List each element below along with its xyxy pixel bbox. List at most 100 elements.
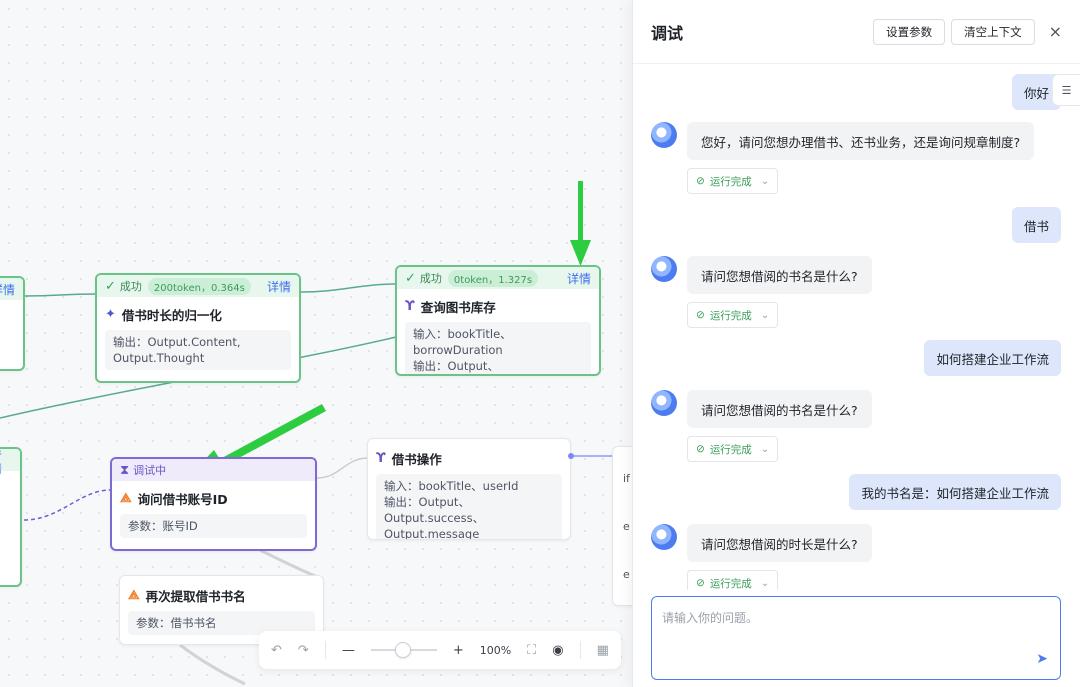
node-borrow-operation[interactable]: ϒ 借书操作 输入：bookTitle、userId 输出：Output、Out…: [367, 438, 571, 540]
node-body: 输入：bookTitle、userId 输出：Output、Output.suc…: [376, 474, 562, 540]
chevron-down-icon: ⌄: [760, 577, 770, 589]
chevron-down-icon: ⌄: [760, 175, 770, 187]
question-node-icon: ⟁: [128, 588, 140, 603]
detail-link[interactable]: 详情: [0, 281, 15, 298]
node-body: 输出：Output.Content, Output.Thought: [105, 330, 291, 370]
edge-ask-to-refetch: [259, 548, 321, 580]
zoom-level: 100%: [479, 643, 512, 657]
edge-left-dashed-to-ask: [23, 489, 111, 521]
branch-else-2: e: [623, 568, 630, 581]
node-query-stock[interactable]: ✓ 成功 0token，1.327s 详情 ϒ 查询图书库存 输入：bookTi…: [395, 265, 601, 376]
bot-message-text: 请问您想借阅的时长是什么?: [687, 524, 872, 562]
run-status-dropdown[interactable]: ⊘ 运行完成 ⌄: [687, 436, 779, 462]
node-branch-partial[interactable]: if e e: [612, 446, 632, 606]
run-status-dropdown[interactable]: ⊘ 运行完成 ⌄: [687, 168, 779, 194]
check-circle-icon: ⊘: [696, 175, 705, 187]
detail-link[interactable]: 详情: [0, 449, 12, 477]
node-partial-left-bottom[interactable]: 详情: [0, 447, 22, 587]
zoom-in-icon[interactable]: +: [453, 643, 464, 658]
node-status-bar: ✓ 成功 0token，1.327s 详情: [397, 267, 599, 289]
node-output: 输出：Output、Output.isAvailable: [413, 359, 499, 373]
question-node-icon: ⟁: [120, 491, 132, 506]
node-output: 输出：Output、Output.success、Output.message: [384, 495, 485, 540]
node-param: 参数：借书书名: [136, 616, 217, 630]
eye-icon[interactable]: ◉: [552, 643, 563, 658]
outline-toggle-icon[interactable]: ☰: [1052, 74, 1080, 106]
zoom-slider[interactable]: [370, 642, 437, 658]
node-normalize-duration[interactable]: ✓ 成功 200token，0.364s 详情 ✦ 借书时长的归一化 输出：Ou…: [95, 273, 301, 383]
check-circle-icon: ⊘: [696, 577, 705, 589]
check-circle-icon: ⊘: [696, 443, 705, 455]
status-label: 成功: [119, 280, 142, 293]
borrow-op-output-handle[interactable]: [568, 453, 574, 459]
run-status-label: 运行完成: [709, 175, 752, 188]
check-circle-icon: ✓: [105, 278, 116, 294]
bot-message-text: 请问您想借阅的书名是什么?: [687, 390, 872, 428]
canvas-toolbar: ↶ ↷ — + 100% ⛶ ◉ ▦: [259, 631, 621, 669]
layout-grid-icon[interactable]: ▦: [597, 643, 609, 658]
edge-refetch-lower: [179, 643, 246, 686]
bot-message-text: 请问您想借阅的书名是什么?: [687, 256, 872, 294]
run-status-dropdown[interactable]: ⊘ 运行完成 ⌄: [687, 570, 779, 590]
node-output: 输出：Output.Content, Output.Thought: [113, 335, 241, 365]
undo-icon[interactable]: ↶: [271, 643, 282, 658]
bot-avatar: [651, 524, 677, 550]
chat-messages[interactable]: 你好 您好，请问您想办理借书、还书业务，还是询问规章制度? ⊘ 运行完成 ⌄ 借…: [633, 64, 1080, 590]
fit-view-icon[interactable]: ⛶: [527, 643, 536, 658]
edge-ask-to-borrow: [316, 457, 369, 479]
node-title: 借书时长的归一化: [121, 308, 222, 323]
chevron-down-icon: ⌄: [760, 443, 770, 455]
bot-message-text: 您好，请问您想办理借书、还书业务，还是询问规章制度?: [687, 122, 1035, 160]
node-status-bar: ⧗ 调试中: [112, 459, 315, 481]
edge-normalize-to-query: [300, 283, 397, 293]
bot-avatar: [651, 256, 677, 282]
node-body: 输入：bookTitle、borrowDuration 输出：Output、Ou…: [405, 322, 591, 374]
zoom-out-icon[interactable]: —: [342, 643, 355, 658]
node-title: 借书操作: [391, 452, 442, 467]
node-partial-left-top[interactable]: 详情: [0, 276, 25, 371]
redo-icon[interactable]: ↷: [298, 643, 309, 658]
status-stats: 0token，1.327s: [447, 269, 539, 287]
detail-link[interactable]: 详情: [267, 278, 291, 295]
node-input: 输入：bookTitle、borrowDuration: [413, 327, 512, 357]
debug-panel-header: 调试 设置参数 清空上下文 ×: [633, 0, 1080, 64]
debug-panel: 调试 设置参数 清空上下文 × 你好 您好，请问您想办理借书、还书业务，还是询问…: [632, 0, 1080, 687]
bot-avatar: [651, 122, 677, 148]
branch-else-1: e: [623, 520, 630, 533]
sparkle-icon: ✦: [105, 307, 116, 322]
node-param: 参数：账号ID: [128, 519, 198, 533]
node-title: 询问借书账号ID: [137, 492, 228, 507]
clear-context-button[interactable]: 清空上下文: [951, 18, 1035, 45]
status-label: 成功: [419, 272, 442, 285]
annotation-arrow-down: [570, 181, 591, 266]
edge-left-to-normalize: [23, 293, 97, 297]
run-status-label: 运行完成: [709, 577, 752, 590]
run-status-dropdown[interactable]: ⊘ 运行完成 ⌄: [687, 302, 779, 328]
run-status-label: 运行完成: [709, 309, 752, 322]
plugin-icon: ϒ: [405, 299, 415, 314]
check-circle-icon: ⊘: [696, 309, 705, 321]
node-status-bar: ✓ 成功 200token，0.364s 详情: [97, 275, 299, 297]
user-message: 我的书名是：如何搭建企业工作流: [849, 474, 1061, 510]
run-status-label: 运行完成: [709, 443, 752, 456]
panel-title: 调试: [651, 23, 684, 43]
set-params-button[interactable]: 设置参数: [873, 18, 946, 45]
user-message: 如何搭建企业工作流: [924, 340, 1061, 376]
zoom-slider-knob[interactable]: [394, 642, 411, 658]
chevron-down-icon: ⌄: [760, 309, 770, 321]
check-circle-icon: ✓: [405, 270, 416, 286]
question-input-box[interactable]: ➤: [651, 596, 1061, 680]
send-icon[interactable]: ➤: [1036, 651, 1048, 667]
branch-if: if: [623, 472, 630, 485]
question-input[interactable]: [652, 597, 1060, 653]
plugin-icon: ϒ: [376, 451, 386, 466]
detail-link[interactable]: 详情: [567, 270, 591, 287]
close-icon[interactable]: ×: [1049, 22, 1062, 41]
user-message: 借书: [1011, 207, 1061, 243]
hourglass-icon: ⧗: [120, 462, 130, 478]
node-ask-account[interactable]: ⧗ 调试中 ⟁ 询问借书账号ID 参数：账号ID: [110, 457, 317, 551]
bot-avatar: [651, 390, 677, 416]
workflow-canvas[interactable]: 详情 详情 ✓ 成功 200token，0.364s 详情 ✦ 借书时长的归一化…: [0, 0, 632, 687]
node-title: 查询图书库存: [420, 300, 496, 315]
node-body: 参数：账号ID: [120, 514, 307, 538]
